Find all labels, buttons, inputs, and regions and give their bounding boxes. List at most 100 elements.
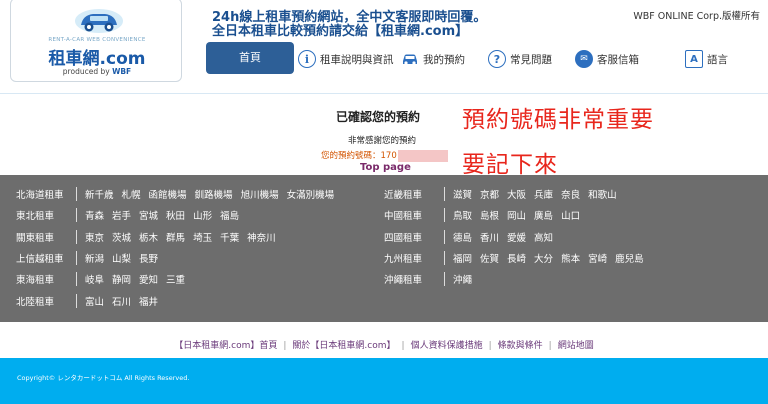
divider	[76, 294, 77, 308]
city-link[interactable]: 德島	[453, 230, 472, 244]
city-link[interactable]: 栃木	[139, 230, 158, 244]
region-name[interactable]: 東海租車	[16, 272, 72, 286]
region-name[interactable]: 東北租車	[16, 208, 72, 222]
nav-label: 租車說明與資訊	[320, 53, 394, 66]
region-row-tohoku: 東北租車 青森 岩手 宮城 秋田 山形 福島	[16, 205, 247, 225]
city-link[interactable]: 新潟	[85, 251, 104, 265]
city-link[interactable]: 静岡	[112, 272, 131, 286]
city-link[interactable]: 島根	[480, 208, 499, 222]
nav-label: 語言	[707, 53, 728, 66]
city-link[interactable]: 茨城	[112, 230, 131, 244]
city-link[interactable]: 兵庫	[534, 187, 553, 201]
booking-number-redaction	[397, 149, 448, 162]
city-link[interactable]: 群馬	[166, 230, 185, 244]
city-link[interactable]: 長野	[139, 251, 158, 265]
booking-number-label: 您的預約號碼：170	[321, 151, 397, 161]
nav-item-rental-info[interactable]: i 租車說明與資訊	[298, 48, 394, 70]
region-name[interactable]: 九州租車	[384, 251, 440, 265]
city-link[interactable]: 熊本	[561, 251, 580, 265]
region-name[interactable]: 近畿租車	[384, 187, 440, 201]
divider	[444, 230, 445, 244]
divider: |	[401, 341, 405, 351]
city-link[interactable]: 高知	[534, 230, 553, 244]
site-header: RENT-A-CAR WEB CONVENIENCE 租車網.com produ…	[0, 0, 768, 94]
nav-label: 我的預約	[423, 53, 465, 66]
nav-label: 客服信箱	[597, 53, 639, 66]
city-link[interactable]: 旭川機場	[241, 187, 279, 201]
booking-number: 您的預約號碼：170	[321, 149, 448, 162]
region-name[interactable]: 北海道租車	[16, 187, 72, 201]
city-link[interactable]: 和歌山	[588, 187, 617, 201]
nav-item-contact[interactable]: ✉ 客服信箱	[575, 48, 639, 70]
city-link[interactable]: 奈良	[561, 187, 580, 201]
city-link[interactable]: 秋田	[166, 208, 185, 222]
nav-item-language[interactable]: A 語言	[685, 48, 728, 70]
nav-item-faq[interactable]: ? 常見問題	[488, 48, 552, 70]
nav-item-my-booking[interactable]: 我的預約	[401, 48, 465, 70]
region-name[interactable]: 北陸租車	[16, 294, 72, 308]
city-link[interactable]: 石川	[112, 294, 131, 308]
region-name[interactable]: 四國租車	[384, 230, 440, 244]
city-link[interactable]: 東京	[85, 230, 104, 244]
city-link[interactable]: 山形	[193, 208, 212, 222]
footer-link-privacy[interactable]: 個人資料保護措施	[411, 341, 483, 351]
city-link[interactable]: 鳥取	[453, 208, 472, 222]
city-link[interactable]: 大阪	[507, 187, 526, 201]
divider	[76, 251, 77, 265]
region-row-tokai: 東海租車 岐阜 静岡 愛知 三重	[16, 269, 193, 289]
nav-home-button[interactable]: 首頁	[206, 42, 294, 74]
city-link[interactable]: 女滿別機場	[287, 187, 335, 201]
car-icon	[401, 50, 419, 68]
city-link[interactable]: 福岡	[453, 251, 472, 265]
city-link[interactable]: 岡山	[507, 208, 526, 222]
language-icon: A	[685, 50, 703, 68]
annotation-line-2: 要記下來	[462, 152, 558, 178]
city-link[interactable]: 釧路機場	[195, 187, 233, 201]
city-link[interactable]: 佐賀	[480, 251, 499, 265]
city-link[interactable]: 愛媛	[507, 230, 526, 244]
city-link[interactable]: 函館機場	[149, 187, 187, 201]
region-name[interactable]: 關東租車	[16, 230, 72, 244]
city-link[interactable]: 長崎	[507, 251, 526, 265]
divider	[76, 230, 77, 244]
top-page-link[interactable]: Top page	[360, 162, 411, 173]
city-link[interactable]: 大分	[534, 251, 553, 265]
city-link[interactable]: 福島	[220, 208, 239, 222]
city-link[interactable]: 山口	[561, 208, 580, 222]
city-link[interactable]: 廣島	[534, 208, 553, 222]
city-link[interactable]: 新千歳	[85, 187, 114, 201]
city-link[interactable]: 愛知	[139, 272, 158, 286]
city-link[interactable]: 香川	[480, 230, 499, 244]
footer-link-sitemap[interactable]: 網站地圖	[558, 341, 594, 351]
region-name[interactable]: 沖繩租車	[384, 272, 440, 286]
city-link[interactable]: 鹿兒島	[615, 251, 644, 265]
city-link[interactable]: 富山	[85, 294, 104, 308]
city-link[interactable]: 滋賀	[453, 187, 472, 201]
footer-link-about[interactable]: 關於【日本租車網.com】	[292, 341, 395, 351]
footer-link-terms[interactable]: 條款與條件	[498, 341, 543, 351]
city-link[interactable]: 宮崎	[588, 251, 607, 265]
region-name[interactable]: 上信越租車	[16, 251, 72, 265]
divider	[444, 272, 445, 286]
city-link[interactable]: 三重	[166, 272, 185, 286]
city-link[interactable]: 沖繩	[453, 272, 472, 286]
city-link[interactable]: 京都	[480, 187, 499, 201]
city-link[interactable]: 千葉	[220, 230, 239, 244]
city-link[interactable]: 札幌	[122, 187, 141, 201]
city-link[interactable]: 宮城	[139, 208, 158, 222]
footer-links: 【日本租車網.com】首頁 | 關於【日本租車網.com】 | 個人資料保護措施 | 條款與…	[0, 338, 768, 351]
footer-link-home[interactable]: 【日本租車網.com】首頁	[174, 341, 277, 351]
city-link[interactable]: 埼玉	[193, 230, 212, 244]
city-link[interactable]: 山梨	[112, 251, 131, 265]
city-link[interactable]: 神奈川	[247, 230, 276, 244]
city-link[interactable]: 青森	[85, 208, 104, 222]
divider	[76, 187, 77, 201]
region-name[interactable]: 中國租車	[384, 208, 440, 222]
city-link[interactable]: 岩手	[112, 208, 131, 222]
region-row-kanto: 關東租車 東京 茨城 栃木 群馬 埼玉 千葉 神奈川	[16, 227, 284, 247]
region-row-hokkaido: 北海道租車 新千歳 札幌 函館機場 釧路機場 旭川機場 女滿別機場	[16, 184, 342, 204]
region-row-chugoku: 中國租車 鳥取 島根 岡山 廣島 山口	[384, 205, 588, 225]
city-link[interactable]: 岐阜	[85, 272, 104, 286]
region-row-okinawa: 沖繩租車 沖繩	[384, 269, 480, 289]
city-link[interactable]: 福井	[139, 294, 158, 308]
